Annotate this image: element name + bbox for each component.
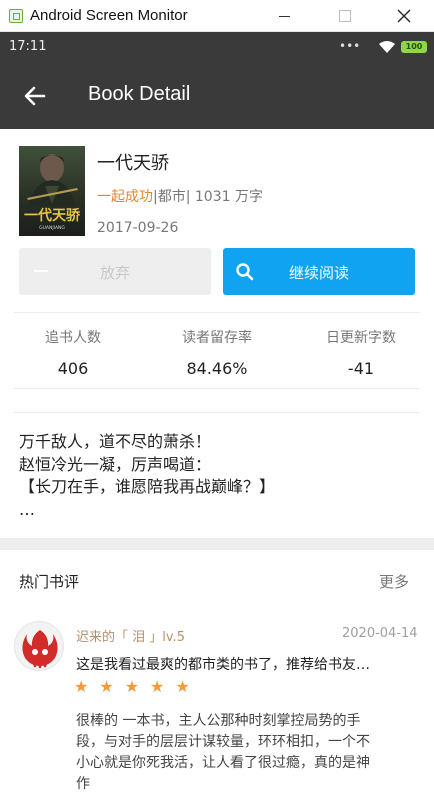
app-toolbar: Book Detail	[0, 63, 434, 129]
window-title: Android Screen Monitor	[30, 7, 188, 24]
review-date: 2020-04-14	[342, 626, 418, 641]
intro-line: 【长刀在手，谁愿陪我再战巅峰？】	[19, 477, 276, 496]
intro-line: …	[19, 499, 35, 519]
minimize-button[interactable]	[254, 0, 314, 32]
intro-line: 万千敌人，道不尽的萧杀！	[19, 432, 212, 451]
stat-value: -41	[347, 359, 375, 378]
avatar[interactable]	[14, 621, 64, 671]
back-arrow-icon	[24, 86, 46, 106]
more-reviews-link[interactable]: 更多	[379, 571, 409, 592]
stat-label: 读者留存率	[182, 330, 252, 346]
section-separator	[0, 538, 434, 550]
hot-reviews-title: 热门书评	[19, 573, 80, 591]
book-author-link[interactable]: 一起成功	[97, 189, 153, 205]
toolbar-title: Book Detail	[88, 83, 191, 105]
stat-value: 84.46%	[186, 359, 248, 378]
review-body[interactable]: 很棒的 一本书，主人公那种时刻掌控局势的手 段，与对手的层层计谋较量，环环相扣，…	[76, 711, 421, 795]
book-meta: 一起成功|都市| 1031 万字	[97, 186, 263, 206]
star-rating-icon: ★★★★★	[74, 677, 201, 696]
close-button[interactable]	[374, 0, 434, 32]
review-body-line: 段，与对手的层层计谋较量，环环相扣，一个不	[76, 734, 370, 750]
cover-title-text: 一代天骄	[24, 207, 81, 224]
abandon-button[interactable]: 放弃	[19, 248, 211, 295]
continue-reading-button[interactable]: 继续阅读	[223, 248, 415, 295]
review-body-line: 很棒的 一本书，主人公那种时刻掌控局势的手	[76, 713, 361, 729]
book-update-date: 2017-09-26	[97, 220, 179, 236]
antutu-mascot-icon	[22, 630, 58, 669]
stat-followers: 追书人数 406	[18, 327, 128, 378]
abandon-label: 放弃	[99, 264, 130, 282]
review-body-line: 小心就是你死我活，让人看了很过瘾，真的是神	[76, 755, 370, 771]
status-time: 17:11	[9, 39, 47, 54]
book-cover-image: 一代天骄 GUANJIANG	[19, 146, 85, 236]
maximize-button[interactable]	[314, 0, 374, 32]
stat-label: 追书人数	[45, 330, 101, 346]
book-category-wordcount: |都市| 1031 万字	[153, 189, 263, 205]
review-body-line: 作	[76, 776, 90, 792]
reviewer-name: 迟来的「 泪 」lv.5	[76, 630, 185, 645]
close-icon	[397, 9, 411, 23]
stat-retention: 读者留存率 84.46%	[162, 327, 272, 378]
review-title[interactable]: 这是我看过最爽的都市类的书了，推荐给书友…	[76, 654, 421, 674]
continue-reading-label: 继续阅读	[288, 264, 349, 282]
stat-label: 日更新字数	[326, 330, 396, 346]
book-cover[interactable]: 一代天骄 GUANJIANG	[19, 146, 85, 236]
battery-icon: 100	[401, 41, 427, 53]
wifi-icon	[379, 41, 395, 53]
notification-dots-icon: •••	[339, 39, 361, 53]
divider	[14, 312, 420, 313]
status-bar: 17:11 ••• 100	[0, 32, 434, 63]
divider	[14, 388, 420, 389]
window-title-bar: Android Screen Monitor	[0, 0, 434, 32]
intro-line: 赵恒冷光一凝，厉声喝道：	[19, 454, 212, 474]
stat-value: 406	[57, 359, 89, 378]
cover-small-text: GUANJIANG	[39, 225, 65, 231]
book-intro[interactable]: 万千敌人，道不尽的萧杀！ 赵恒冷光一凝，厉声喝道： 【长刀在手，谁愿陪我再战巅峰…	[19, 431, 419, 521]
app-monitor-icon	[9, 9, 23, 23]
divider	[14, 412, 420, 413]
back-button[interactable]	[20, 81, 50, 111]
stat-daily-words: 日更新字数 -41	[306, 327, 416, 378]
book-title: 一代天骄	[97, 153, 169, 174]
